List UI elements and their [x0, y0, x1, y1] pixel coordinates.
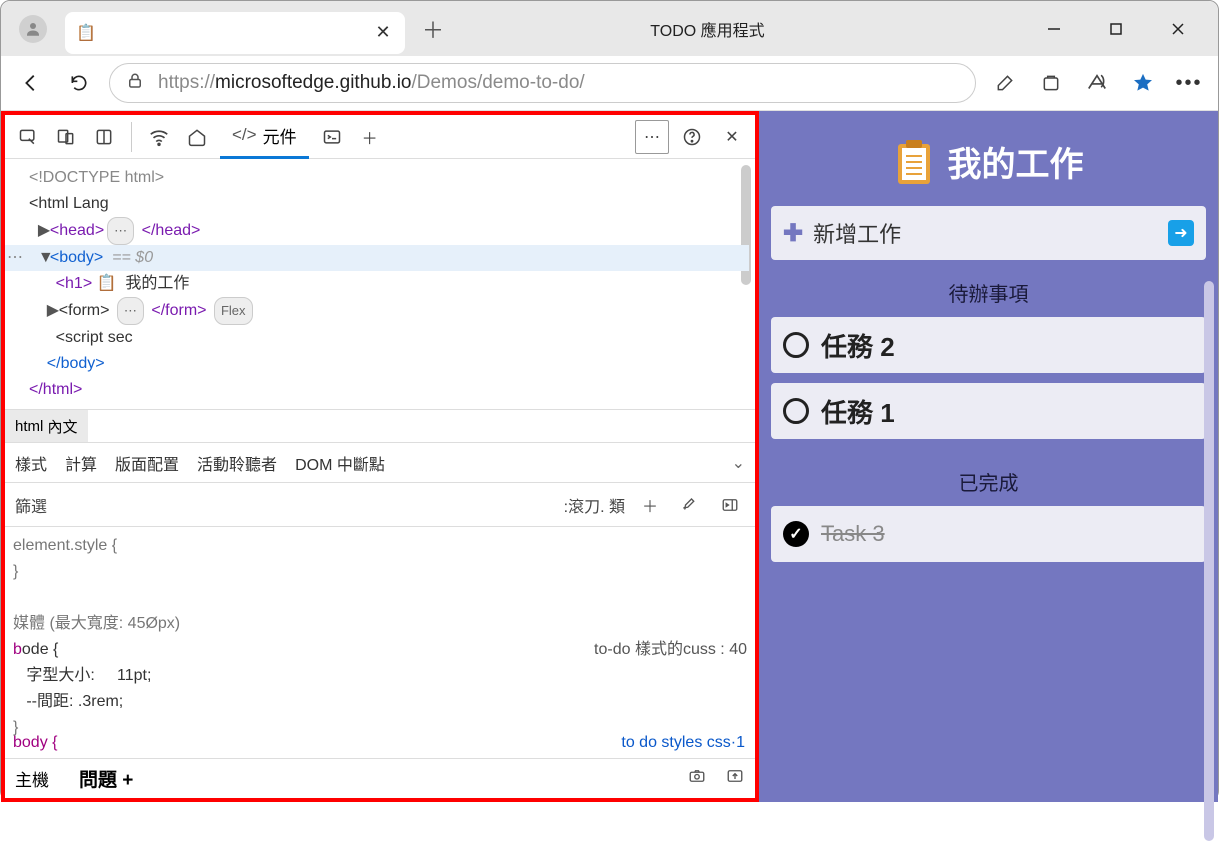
devtools-toolbar: </> 元件 ＋ ⋯ ✕: [5, 115, 755, 159]
address-bar: https://microsoftedge.github.io/Demos/de…: [1, 56, 1218, 111]
minimize-button[interactable]: [1042, 17, 1066, 41]
source-link[interactable]: to do styles css·1: [621, 730, 745, 756]
panel-layout-icon[interactable]: [87, 120, 121, 154]
refresh-button[interactable]: [61, 65, 97, 101]
task-checkbox[interactable]: [783, 398, 809, 424]
task-checkbox[interactable]: [783, 332, 809, 358]
dom-head[interactable]: ▶<head>⋯ </head>: [29, 217, 749, 245]
welcome-icon[interactable]: [180, 120, 214, 154]
drawer-collapse-icon[interactable]: [725, 767, 745, 790]
collections-icon[interactable]: [1034, 66, 1068, 100]
dom-body-open[interactable]: ▼<body> == $0: [5, 245, 749, 271]
add-task-input[interactable]: ✚ 新增工作 ➜: [771, 206, 1206, 260]
console-icon[interactable]: [315, 120, 349, 154]
title-bar: 📋 ✕ ＋ TODO 應用程式: [1, 1, 1218, 56]
add-tab-icon[interactable]: ＋: [353, 120, 387, 154]
css-prop-font-size[interactable]: 字型大小: 11pt;: [13, 663, 747, 689]
dom-body-close[interactable]: </body>: [29, 351, 749, 377]
app-title: 我的工作: [894, 137, 1084, 186]
window-controls: [1042, 17, 1190, 41]
css-prop-spacing[interactable]: --間距: .3rem;: [13, 689, 747, 715]
edit-icon[interactable]: [988, 66, 1022, 100]
more-menu-button[interactable]: •••: [1172, 66, 1206, 100]
dom-doctype[interactable]: <!DOCTYPE html>: [29, 165, 749, 191]
tab-event-listeners[interactable]: 活動聆聽者: [197, 451, 277, 475]
hover-selector[interactable]: :滾刀. 類: [564, 493, 625, 517]
elements-tab[interactable]: </> 元件: [220, 115, 309, 159]
body-rule-2[interactable]: body {: [13, 730, 57, 756]
dom-breadcrumb: html 內文: [5, 409, 755, 443]
devtools-more-icon[interactable]: ⋯: [635, 120, 669, 154]
dom-html-close[interactable]: </html>: [29, 377, 749, 403]
styles-panel-tabs: 樣式 計算 版面配置 活動聆聽者 DOM 中斷點 ⌄: [5, 443, 755, 483]
favorite-star-icon[interactable]: [1126, 66, 1160, 100]
panel-tabs-chevron-icon[interactable]: ⌄: [732, 453, 745, 473]
network-conditions-icon[interactable]: [142, 120, 176, 154]
plus-icon: ✚: [783, 219, 803, 248]
toggle-panel-icon[interactable]: [715, 490, 745, 520]
close-devtools-icon[interactable]: ✕: [715, 120, 749, 154]
dom-script[interactable]: <script sec: [29, 325, 749, 351]
clipboard-icon: [894, 138, 934, 186]
filter-input[interactable]: 篩選: [15, 493, 47, 517]
drawer-issues-tab[interactable]: 問題 +: [79, 765, 133, 792]
element-style-rule[interactable]: element.style {: [13, 533, 747, 559]
dom-h1[interactable]: <h1> 📋 我的工作: [29, 271, 749, 297]
tab-layout[interactable]: 版面配置: [115, 451, 179, 475]
app-scrollbar[interactable]: [1204, 281, 1214, 841]
app-title-text: 我的工作: [948, 137, 1084, 186]
task-checked-icon[interactable]: ✓: [783, 521, 809, 547]
device-emulation-icon[interactable]: [49, 120, 83, 154]
styles-body[interactable]: element.style { } 媒體 (最大寬度: 45Øpx) bode …: [5, 527, 755, 758]
maximize-button[interactable]: [1104, 17, 1128, 41]
body-rule[interactable]: bode {to-do 樣式的cuss : 40: [13, 637, 747, 663]
submit-task-button[interactable]: ➜: [1168, 220, 1194, 246]
todo-app: 我的工作 ✚ 新增工作 ➜ 待辦事項 任務 2 任務 1 已完成 ✓ Task …: [759, 111, 1218, 802]
task-label-done: Task 3: [821, 521, 885, 547]
task-item[interactable]: 任務 1: [771, 383, 1206, 439]
task-item[interactable]: 任務 2: [771, 317, 1206, 373]
devtools-panel: </> 元件 ＋ ⋯ ✕ <!DOCTYPE html> <html Lang …: [1, 111, 759, 802]
lock-icon: [126, 72, 144, 95]
add-task-placeholder: 新增工作: [813, 217, 1158, 249]
drawer-camera-icon[interactable]: [687, 767, 707, 790]
close-window-button[interactable]: [1166, 17, 1190, 41]
dom-form[interactable]: ▶<form> ⋯ </form> Flex: [29, 297, 749, 325]
url-text: https://microsoftedge.github.io/Demos/de…: [158, 72, 959, 94]
paint-brush-icon[interactable]: [675, 490, 705, 520]
main-area: </> 元件 ＋ ⋯ ✕ <!DOCTYPE html> <html Lang …: [1, 111, 1218, 802]
read-aloud-icon[interactable]: [1080, 66, 1114, 100]
styles-filter-row: 篩選 :滾刀. 類 ＋: [5, 483, 755, 527]
window-title: TODO 應用程式: [373, 17, 1042, 41]
drawer-console-tab[interactable]: 主機: [15, 766, 49, 791]
dom-html-open[interactable]: <html Lang: [29, 191, 749, 217]
dom-tree[interactable]: <!DOCTYPE html> <html Lang ▶<head>⋯ </he…: [5, 159, 755, 409]
pending-section-label: 待辦事項: [949, 278, 1029, 307]
code-icon: </>: [232, 125, 257, 145]
new-style-rule-icon[interactable]: ＋: [635, 490, 665, 520]
inspect-element-icon[interactable]: [11, 120, 45, 154]
tab-dom-breakpoints[interactable]: DOM 中斷點: [295, 451, 385, 475]
task-item-done[interactable]: ✓ Task 3: [771, 506, 1206, 562]
media-query[interactable]: 媒體 (最大寬度: 45Øpx): [13, 611, 747, 637]
tab-favicon: 📋: [77, 24, 95, 42]
breadcrumb-html[interactable]: html 內文: [5, 410, 88, 442]
profile-avatar[interactable]: [19, 15, 47, 43]
url-input[interactable]: https://microsoftedge.github.io/Demos/de…: [109, 63, 976, 103]
task-label: 任務 1: [821, 393, 895, 430]
task-label: 任務 2: [821, 327, 895, 364]
tab-computed[interactable]: 計算: [65, 451, 97, 475]
browser-tab[interactable]: 📋 ✕: [65, 12, 405, 54]
tab-styles[interactable]: 樣式: [15, 451, 47, 475]
done-section-label: 已完成: [959, 467, 1019, 496]
help-icon[interactable]: [675, 120, 709, 154]
devtools-drawer: 主機 問題 +: [5, 758, 755, 798]
back-button[interactable]: [13, 65, 49, 101]
elements-tab-label: 元件: [263, 123, 297, 148]
